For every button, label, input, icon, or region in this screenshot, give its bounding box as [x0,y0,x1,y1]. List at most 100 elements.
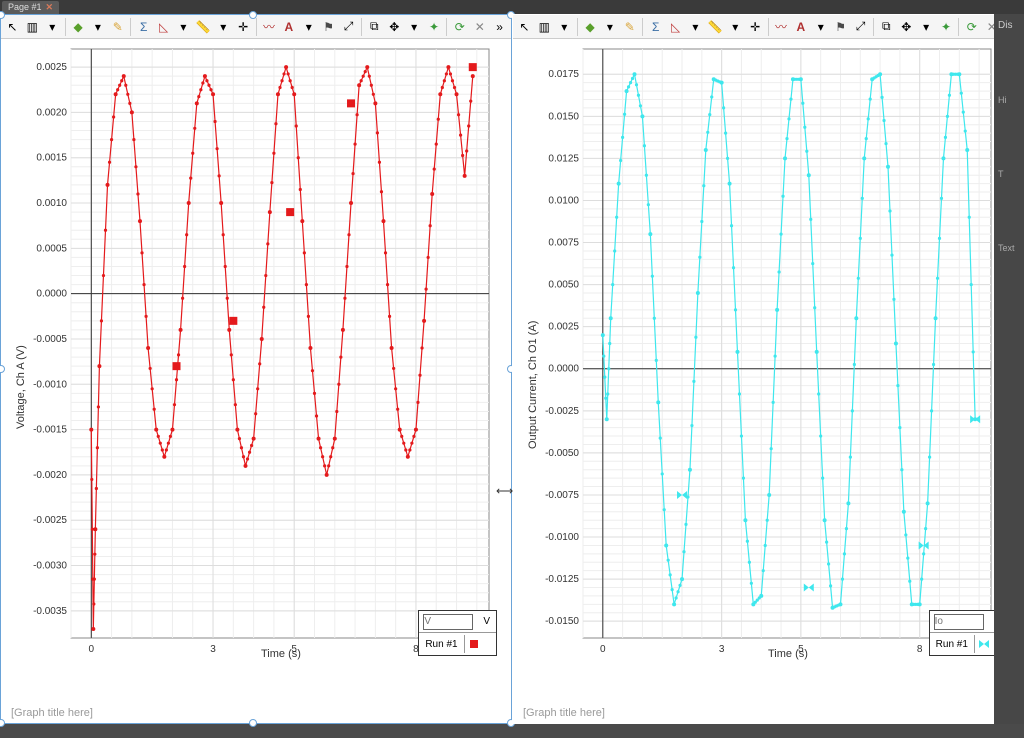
x-icon[interactable]: ✕ [470,17,489,37]
crosshair-icon[interactable]: ✛ [234,17,253,37]
dropdown-icon[interactable]: ▾ [917,17,936,37]
svg-text:0.0075: 0.0075 [548,238,579,249]
pointer-icon[interactable]: ↖ [515,17,534,37]
flag-icon[interactable]: ⚑ [319,17,338,37]
pencil-icon[interactable]: ✎ [108,17,127,37]
legend-name-input-left[interactable] [423,614,473,630]
right-panel-label[interactable]: Hi [994,93,1024,107]
legend-name-input-right[interactable] [934,614,984,630]
pan-icon[interactable]: ✥ [385,17,404,37]
chart-panel-voltage[interactable]: ↖▥▾◆▾✎Σ◺▾📏▾✛〰A▾⚑⤢⧉✥▾✦⟳✕» -0.0035-0.0030-… [0,14,512,724]
svg-text:0: 0 [89,644,95,655]
crosshair-icon[interactable]: ✛ [746,17,765,37]
toolbar-right: ↖▥▾◆▾✎Σ◺▾📏▾✛〰A▾⚑⤢⧉✥▾✦⟳✕» [513,15,1023,39]
right-side-panel[interactable]: Dis Hi T Text [994,14,1024,724]
dropdown-icon[interactable]: ▾ [811,17,830,37]
dropdown-icon[interactable]: ▾ [555,17,574,37]
dropdown-icon[interactable]: ▾ [601,17,620,37]
svg-text:-0.0150: -0.0150 [545,616,579,627]
y-axis-label-right[interactable]: Output Current, Ch O1 (A) [527,321,539,449]
svg-text:0.0150: 0.0150 [548,111,579,122]
flag-icon[interactable]: ⚑ [831,17,850,37]
dropdown-icon[interactable]: ▾ [43,17,62,37]
zoom-select-icon[interactable]: ⧉ [365,17,384,37]
svg-text:-0.0075: -0.0075 [545,490,579,501]
title-placeholder-right[interactable]: [Graph title here] [523,707,605,719]
triangle-icon[interactable]: ◺ [666,17,685,37]
svg-text:0.0010: 0.0010 [36,198,67,209]
right-panel-header: Dis [994,18,1024,33]
more-icon[interactable]: » [490,17,509,37]
close-icon[interactable]: ✕ [46,2,54,13]
legend-run-label: Run #1 [419,639,463,650]
x-axis-label-right[interactable]: Time (s) [768,648,808,660]
right-panel-label[interactable]: Text [994,241,1024,255]
svg-text:-0.0025: -0.0025 [33,515,67,526]
svg-text:0.0025: 0.0025 [36,62,67,73]
svg-text:-0.0005: -0.0005 [33,334,67,345]
text-a-icon[interactable]: A [279,17,298,37]
svg-text:0.0175: 0.0175 [548,69,579,80]
splitter-handle[interactable]: ⟷ [496,484,513,498]
svg-text:-0.0125: -0.0125 [545,574,579,585]
zoom-fit-icon[interactable]: ⤢ [339,17,358,37]
svg-text:-0.0050: -0.0050 [545,448,579,459]
dropdown-icon[interactable]: ▾ [89,17,108,37]
curve-icon[interactable]: 〰 [260,17,279,37]
refresh-icon[interactable]: ⟳ [450,17,469,37]
dropdown-icon[interactable]: ▾ [174,17,193,37]
pan-icon[interactable]: ✥ [897,17,916,37]
pencil-icon[interactable]: ✎ [620,17,639,37]
dropdown-icon[interactable]: ▾ [214,17,233,37]
legend-left[interactable]: V Run #1 [418,610,497,656]
sigma-icon[interactable]: Σ [134,17,153,37]
title-placeholder-left[interactable]: [Graph title here] [11,707,93,719]
sparkle-icon[interactable]: ✦ [937,17,956,37]
y-axis-label-left[interactable]: Voltage, Ch A (V) [15,345,27,429]
refresh-icon[interactable]: ⟳ [962,17,981,37]
legend-series-label: V [477,616,496,627]
svg-text:-0.0035: -0.0035 [33,606,67,617]
shapes-icon[interactable]: ◆ [581,17,600,37]
page-icon[interactable]: ▥ [535,17,554,37]
sparkle-icon[interactable]: ✦ [425,17,444,37]
dropdown-icon[interactable]: ▾ [299,17,318,37]
bowtie-marker-icon [974,635,994,653]
svg-text:0.0015: 0.0015 [36,153,67,164]
legend-run-label: Run #1 [930,639,974,650]
svg-text:-0.0010: -0.0010 [33,379,67,390]
svg-text:0.0050: 0.0050 [548,280,579,291]
svg-text:3: 3 [210,644,216,655]
text-a-icon[interactable]: A [791,17,810,37]
page-tab[interactable]: Page #1 ✕ [2,1,59,14]
page-icon[interactable]: ▥ [23,17,42,37]
pointer-icon[interactable]: ↖ [3,17,22,37]
workspace: ↖▥▾◆▾✎Σ◺▾📏▾✛〰A▾⚑⤢⧉✥▾✦⟳✕» -0.0035-0.0030-… [0,14,1024,724]
ruler-icon[interactable]: 📏 [194,17,213,37]
sigma-icon[interactable]: Σ [646,17,665,37]
svg-text:-0.0030: -0.0030 [33,561,67,572]
zoom-fit-icon[interactable]: ⤢ [851,17,870,37]
chart-panel-current[interactable]: ↖▥▾◆▾✎Σ◺▾📏▾✛〰A▾⚑⤢⧉✥▾✦⟳✕» -0.0150-0.0125-… [512,14,1024,724]
ruler-icon[interactable]: 📏 [706,17,725,37]
shapes-icon[interactable]: ◆ [69,17,88,37]
zoom-select-icon[interactable]: ⧉ [877,17,896,37]
plot-area-right[interactable]: -0.0150-0.0125-0.0100-0.0075-0.0050-0.00… [513,39,1023,684]
svg-text:0.0005: 0.0005 [36,243,67,254]
right-panel-label[interactable]: T [994,167,1024,181]
svg-text:-0.0015: -0.0015 [33,425,67,436]
square-marker-icon [464,635,484,653]
svg-text:0.0020: 0.0020 [36,107,67,118]
dropdown-icon[interactable]: ▾ [405,17,424,37]
dropdown-icon[interactable]: ▾ [726,17,745,37]
x-axis-label-left[interactable]: Time (s) [261,648,301,660]
plot-area-left[interactable]: -0.0035 -0.0030 -0.0025 -0.0020 -0.0015 -0.00… [1,39,511,684]
svg-text:-0.0025: -0.0025 [545,406,579,417]
svg-text:-0.0020: -0.0020 [33,470,67,481]
triangle-icon[interactable]: ◺ [154,17,173,37]
curve-icon[interactable]: 〰 [772,17,791,37]
svg-text:0.0100: 0.0100 [548,195,579,206]
dropdown-icon[interactable]: ▾ [686,17,705,37]
svg-text:0.0125: 0.0125 [548,153,579,164]
svg-text:3: 3 [719,644,725,655]
